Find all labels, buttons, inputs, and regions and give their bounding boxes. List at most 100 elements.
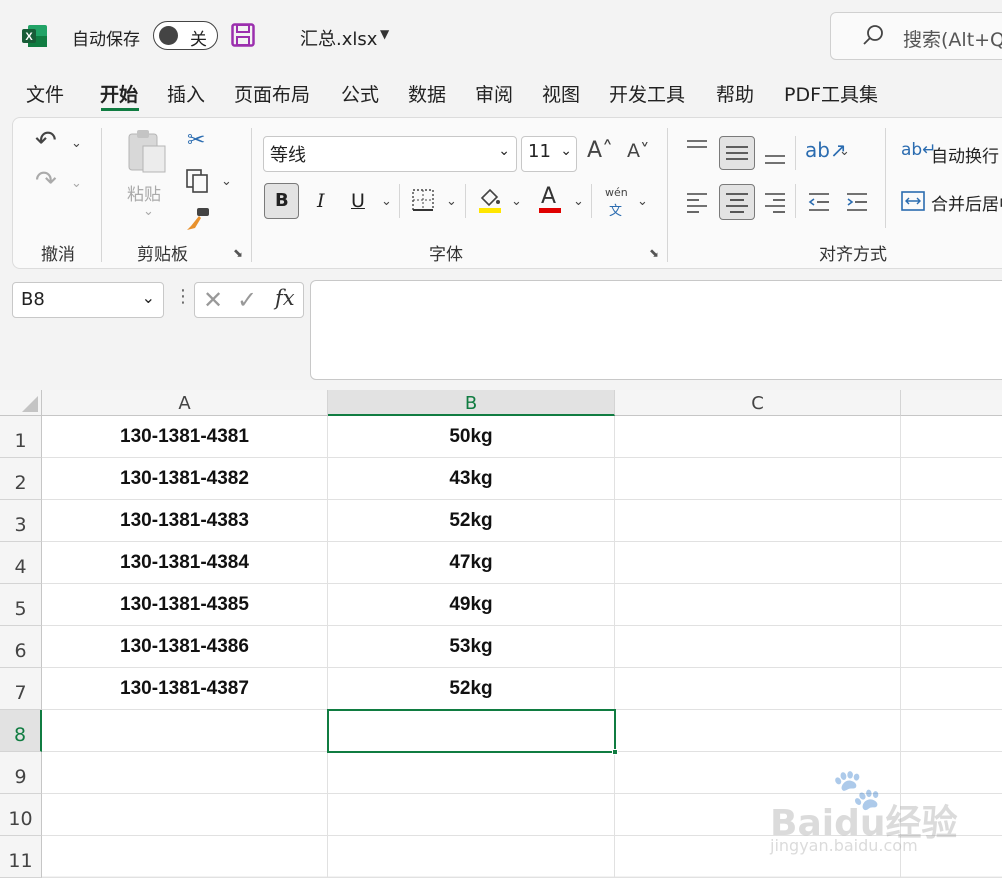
copy-icon[interactable] bbox=[185, 168, 211, 194]
phonetic-top[interactable]: wén bbox=[605, 186, 628, 199]
cell-a7[interactable]: 130-1381-4387 bbox=[42, 668, 328, 710]
cell-b1[interactable]: 50kg bbox=[328, 416, 615, 458]
paste-icon[interactable] bbox=[125, 128, 171, 176]
cell-d5[interactable] bbox=[901, 584, 1002, 626]
file-name[interactable]: 汇总.xlsx bbox=[300, 25, 377, 51]
font-launcher-icon[interactable]: ⬊ bbox=[649, 246, 659, 260]
fill-color-dropdown-icon[interactable]: ⌄ bbox=[511, 194, 522, 209]
cell-d7[interactable] bbox=[901, 668, 1002, 710]
copy-dropdown-icon[interactable]: ⌄ bbox=[221, 174, 232, 189]
row-header[interactable]: 4 bbox=[0, 542, 42, 584]
undo-dropdown-icon[interactable]: ⌄ bbox=[71, 136, 82, 151]
align-right-icon[interactable] bbox=[763, 190, 787, 214]
row-header[interactable]: 10 bbox=[0, 794, 42, 836]
cell-c6[interactable] bbox=[615, 626, 901, 668]
italic-button[interactable]: I bbox=[317, 190, 325, 212]
phonetic-bottom[interactable]: 文 bbox=[609, 200, 622, 219]
cell-a5[interactable]: 130-1381-4385 bbox=[42, 584, 328, 626]
cell-b6[interactable]: 53kg bbox=[328, 626, 615, 668]
column-header-d[interactable] bbox=[901, 390, 1002, 416]
underline-button[interactable]: U bbox=[351, 190, 365, 212]
wrap-text-label[interactable]: 自动换行 bbox=[931, 142, 999, 167]
cell-d4[interactable] bbox=[901, 542, 1002, 584]
fill-color-icon[interactable] bbox=[477, 186, 503, 214]
cell-b10[interactable] bbox=[328, 794, 615, 836]
row-header[interactable]: 6 bbox=[0, 626, 42, 668]
column-header-c[interactable]: C bbox=[615, 390, 901, 416]
cell-b5[interactable]: 49kg bbox=[328, 584, 615, 626]
cell-a9[interactable] bbox=[42, 752, 328, 794]
format-painter-icon[interactable] bbox=[185, 206, 211, 232]
search-box[interactable]: 搜索(Alt+Q) bbox=[830, 12, 1002, 60]
cell-a1[interactable]: 130-1381-4381 bbox=[42, 416, 328, 458]
font-color-icon[interactable]: A bbox=[537, 184, 563, 214]
undo-icon[interactable]: ↶ bbox=[35, 128, 57, 154]
cell-c8[interactable] bbox=[615, 710, 901, 752]
cell-b11[interactable] bbox=[328, 836, 615, 878]
cell-b2[interactable]: 43kg bbox=[328, 458, 615, 500]
cell-a6[interactable]: 130-1381-4386 bbox=[42, 626, 328, 668]
drag-handle-icon[interactable]: ⋮ bbox=[174, 286, 192, 307]
column-header-a[interactable]: A bbox=[42, 390, 328, 416]
align-top-icon[interactable] bbox=[685, 138, 709, 158]
cell-a8[interactable] bbox=[42, 710, 328, 752]
fill-handle[interactable] bbox=[612, 749, 618, 755]
clipboard-launcher-icon[interactable]: ⬊ bbox=[233, 246, 243, 260]
cell-a4[interactable]: 130-1381-4384 bbox=[42, 542, 328, 584]
tab-view[interactable]: 视图 bbox=[542, 80, 580, 107]
cell-c2[interactable] bbox=[615, 458, 901, 500]
cell-b4[interactable]: 47kg bbox=[328, 542, 615, 584]
cell-c1[interactable] bbox=[615, 416, 901, 458]
row-header[interactable]: 9 bbox=[0, 752, 42, 794]
tab-insert[interactable]: 插入 bbox=[167, 80, 205, 107]
row-header[interactable]: 1 bbox=[0, 416, 42, 458]
decrease-indent-icon[interactable] bbox=[807, 190, 831, 214]
tab-help[interactable]: 帮助 bbox=[716, 80, 754, 107]
select-all-corner[interactable] bbox=[0, 390, 42, 416]
cell-b3[interactable]: 52kg bbox=[328, 500, 615, 542]
cell-d8[interactable] bbox=[901, 710, 1002, 752]
cell-d1[interactable] bbox=[901, 416, 1002, 458]
tab-developer[interactable]: 开发工具 bbox=[609, 80, 685, 107]
borders-icon[interactable] bbox=[411, 188, 435, 212]
tab-pdf-tools[interactable]: PDF工具集 bbox=[784, 80, 878, 107]
row-header[interactable]: 11 bbox=[0, 836, 42, 878]
name-box[interactable]: B8 ⌄ bbox=[12, 282, 164, 318]
row-header[interactable]: 8 bbox=[0, 710, 42, 752]
row-header[interactable]: 7 bbox=[0, 668, 42, 710]
cell-d2[interactable] bbox=[901, 458, 1002, 500]
cell-c7[interactable] bbox=[615, 668, 901, 710]
cell-b9[interactable] bbox=[328, 752, 615, 794]
insert-function-icon[interactable]: fx bbox=[275, 286, 295, 310]
font-size-select[interactable]: 11 ⌄ bbox=[521, 136, 577, 172]
column-header-b[interactable]: B bbox=[328, 390, 615, 416]
align-center-button[interactable] bbox=[719, 184, 755, 220]
paste-dropdown-icon[interactable]: ⌄ bbox=[143, 204, 154, 219]
row-header[interactable]: 5 bbox=[0, 584, 42, 626]
align-middle-button[interactable] bbox=[719, 136, 755, 170]
cell-a2[interactable]: 130-1381-4382 bbox=[42, 458, 328, 500]
formula-input[interactable] bbox=[310, 280, 1002, 380]
enter-icon[interactable]: ✓ bbox=[237, 286, 257, 314]
cell-b7[interactable]: 52kg bbox=[328, 668, 615, 710]
cell-d3[interactable] bbox=[901, 500, 1002, 542]
font-color-dropdown-icon[interactable]: ⌄ bbox=[573, 194, 584, 209]
increase-font-size-icon[interactable]: A˄ bbox=[587, 140, 613, 162]
underline-dropdown-icon[interactable]: ⌄ bbox=[381, 194, 392, 209]
row-header[interactable]: 2 bbox=[0, 458, 42, 500]
tab-data[interactable]: 数据 bbox=[408, 80, 446, 107]
row-header[interactable]: 3 bbox=[0, 500, 42, 542]
paste-label[interactable]: 粘贴 bbox=[127, 180, 161, 205]
cell-c3[interactable] bbox=[615, 500, 901, 542]
filename-dropdown-icon[interactable]: ▼ bbox=[380, 27, 389, 41]
cell-d6[interactable] bbox=[901, 626, 1002, 668]
tab-home[interactable]: 开始 bbox=[100, 80, 138, 107]
cell-a10[interactable] bbox=[42, 794, 328, 836]
autosave-toggle[interactable]: 关 bbox=[153, 21, 218, 50]
save-icon[interactable] bbox=[231, 23, 255, 47]
cell-c5[interactable] bbox=[615, 584, 901, 626]
borders-dropdown-icon[interactable]: ⌄ bbox=[446, 194, 457, 209]
tab-formulas[interactable]: 公式 bbox=[341, 80, 379, 107]
cut-icon[interactable]: ✂ bbox=[187, 130, 205, 152]
cancel-icon[interactable]: ✕ bbox=[203, 286, 223, 314]
